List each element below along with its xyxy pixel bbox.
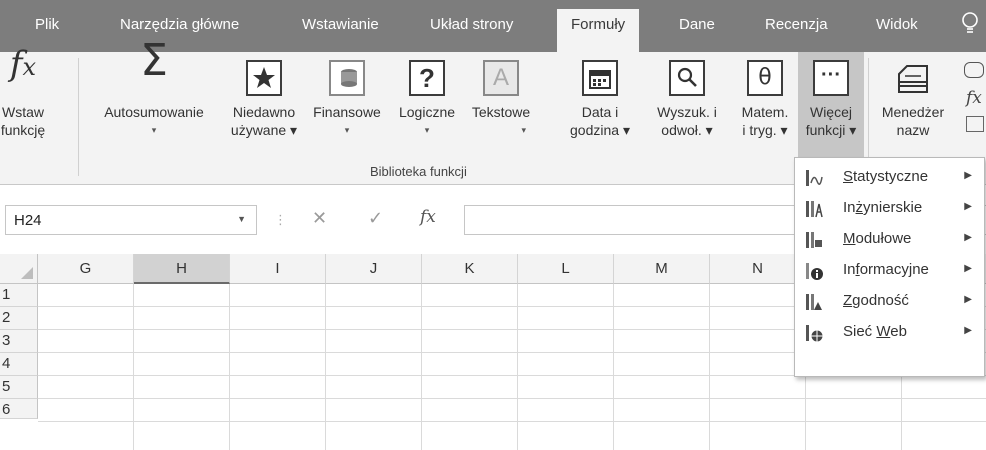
- column-header-m[interactable]: M: [614, 254, 710, 284]
- chevron-right-icon: ▶: [964, 263, 972, 274]
- row-header-6[interactable]: 6: [0, 399, 38, 419]
- insert-function-button[interactable]: fx Wstaw funkcję: [0, 44, 46, 160]
- insert-function-fx-icon[interactable]: fx: [420, 207, 436, 227]
- name-manager-icon: [893, 60, 933, 102]
- row-header-2[interactable]: 2: [0, 307, 38, 330]
- cube-icon: [806, 232, 822, 248]
- column-header-h[interactable]: H: [134, 254, 230, 284]
- more-functions-menu: Statystyczne ▶ Inżynierskie ▶ Modułowe ▶…: [794, 157, 985, 377]
- tab-file[interactable]: Plik: [35, 16, 59, 33]
- menu-item-compatibility[interactable]: Zgodność ▶: [795, 286, 984, 317]
- more-functions-button[interactable]: ··· Więcej funkcji ▾: [798, 52, 864, 160]
- menu-item-cube[interactable]: Modułowe ▶: [795, 224, 984, 255]
- use-in-formula-icon[interactable]: fx: [966, 88, 982, 108]
- row-header-4[interactable]: 4: [0, 353, 38, 376]
- chevron-right-icon: ▶: [964, 232, 972, 243]
- select-all-corner[interactable]: [0, 254, 38, 284]
- row-header-3[interactable]: 3: [0, 330, 38, 353]
- sigma-icon: Σ: [140, 35, 168, 86]
- column-header-n[interactable]: N: [710, 254, 806, 284]
- chevron-right-icon: ▶: [964, 294, 972, 305]
- text-button[interactable]: A Tekstowe ▾: [464, 52, 538, 160]
- column-header-g[interactable]: G: [38, 254, 134, 284]
- tab-insert[interactable]: Wstawianie: [302, 16, 379, 33]
- create-from-selection-icon[interactable]: [966, 116, 984, 132]
- menu-item-information[interactable]: Informacyjne ▶: [795, 255, 984, 286]
- math-trig-button[interactable]: θ Matem. i tryg. ▾: [734, 52, 796, 160]
- chevron-down-icon[interactable]: ▼: [237, 214, 246, 224]
- calendar-icon: [582, 60, 618, 96]
- grip-icon[interactable]: ⋮: [274, 212, 287, 228]
- chevron-right-icon: ▶: [964, 201, 972, 212]
- define-name-icon[interactable]: [964, 62, 984, 78]
- name-manager-button[interactable]: Menedżer nazw: [870, 52, 956, 160]
- ribbon-separator: [78, 58, 79, 176]
- engineering-icon: [806, 201, 823, 218]
- chevron-right-icon: ▶: [964, 325, 972, 336]
- menu-item-web[interactable]: Sieć Web ▶: [795, 317, 984, 348]
- logical-button[interactable]: ? Logiczne ▾: [390, 52, 464, 160]
- statistical-icon: [806, 170, 823, 186]
- theta-icon: θ: [747, 60, 783, 96]
- cancel-icon[interactable]: ✕: [312, 208, 327, 229]
- row-header-5[interactable]: 5: [0, 376, 38, 399]
- coins-icon: [329, 60, 365, 96]
- column-header-j[interactable]: J: [326, 254, 422, 284]
- column-header-i[interactable]: I: [230, 254, 326, 284]
- name-box[interactable]: H24 ▼: [5, 205, 257, 235]
- tab-formulas[interactable]: Formuły: [557, 9, 640, 52]
- function-library-group-label: Biblioteka funkcji: [370, 164, 467, 179]
- column-header-k[interactable]: K: [422, 254, 518, 284]
- autosum-button[interactable]: Σ Autosumowanie ▾: [88, 35, 220, 160]
- tab-page-layout[interactable]: Układ strony: [430, 16, 513, 33]
- compatibility-icon: [806, 294, 822, 310]
- tab-home[interactable]: Narzędzia główne: [120, 16, 239, 33]
- lookup-reference-button[interactable]: Wyszuk. i odwoł. ▾: [642, 52, 732, 160]
- fx-icon: fx: [9, 44, 37, 84]
- financial-button[interactable]: Finansowe ▾: [306, 52, 388, 160]
- column-header-l[interactable]: L: [518, 254, 614, 284]
- star-icon: [246, 60, 282, 96]
- tab-view[interactable]: Widok: [876, 16, 918, 33]
- text-a-icon: A: [483, 60, 519, 96]
- tab-review[interactable]: Recenzja: [765, 16, 828, 33]
- menu-item-engineering[interactable]: Inżynierskie ▶: [795, 193, 984, 224]
- tab-data[interactable]: Dane: [679, 16, 715, 33]
- enter-icon[interactable]: ✓: [368, 208, 383, 229]
- question-icon: ?: [409, 60, 445, 96]
- menu-item-statistical[interactable]: Statystyczne ▶: [795, 162, 984, 193]
- more-dots-icon: ···: [813, 60, 849, 96]
- lightbulb-icon[interactable]: [960, 10, 980, 38]
- date-time-button[interactable]: Data i godzina ▾: [562, 52, 638, 160]
- web-icon: [806, 325, 823, 342]
- recently-used-button[interactable]: Niedawno używane ▾: [224, 52, 304, 160]
- information-icon: [806, 263, 823, 280]
- magnifier-icon: [669, 60, 705, 96]
- row-header-1[interactable]: 1: [0, 284, 38, 307]
- chevron-right-icon: ▶: [964, 170, 972, 181]
